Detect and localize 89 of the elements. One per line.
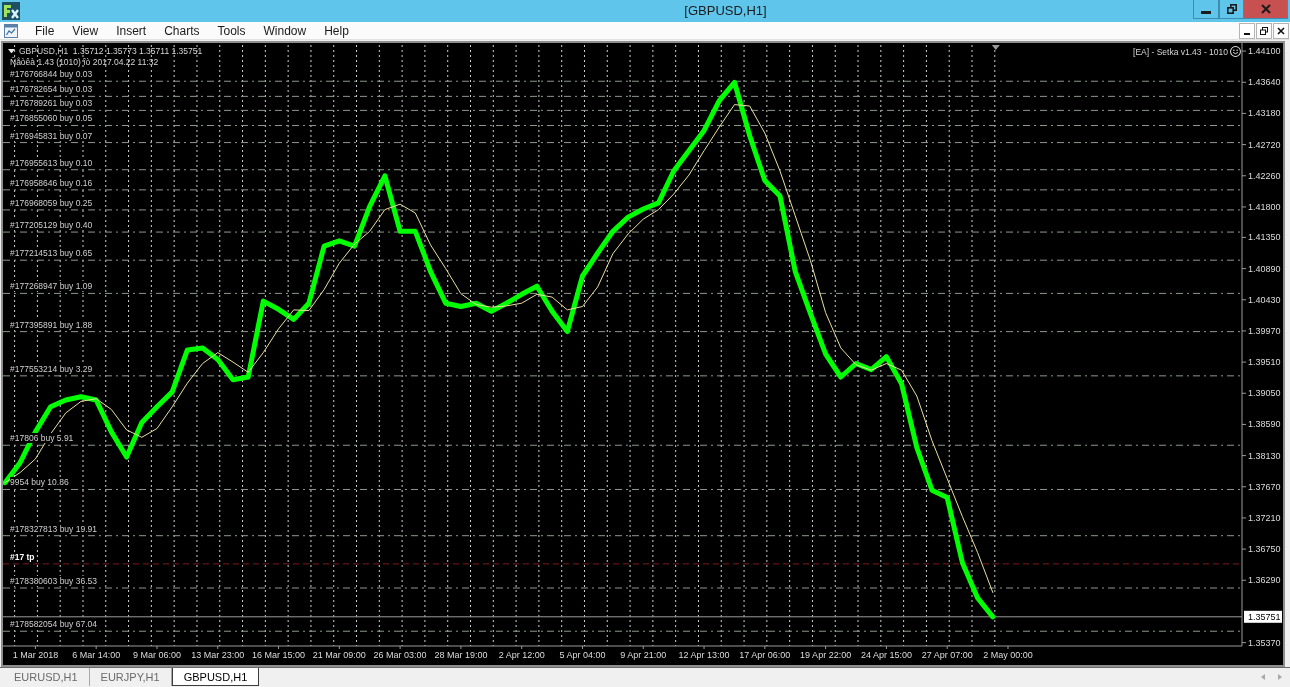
- triangle-right-icon: [1278, 674, 1282, 680]
- close-icon: [1260, 4, 1271, 14]
- price-axis-label: 1.38130: [1248, 450, 1281, 461]
- time-axis-label: 2 Apr 12:00: [498, 650, 545, 660]
- menu-item[interactable]: Window: [256, 22, 314, 39]
- app-logo-icon: [2, 2, 20, 20]
- order-label: #178327813 buy 19.91: [10, 523, 97, 534]
- price-axis-label: 1.40430: [1248, 294, 1281, 305]
- menu-item[interactable]: View: [65, 22, 106, 39]
- price-axis-label: 1.41800: [1248, 201, 1281, 212]
- order-label: #177214513 buy 0.65: [10, 248, 93, 259]
- window-title: [GBPUSD,H1]: [683, 2, 768, 20]
- ref-line-label: 1.35751: [1248, 612, 1281, 623]
- time-axis-label: 9 Apr 21:00: [620, 650, 667, 660]
- time-axis-label: 26 Mar 03:00: [373, 650, 427, 660]
- chart-tab[interactable]: GBPUSD,H1: [171, 668, 260, 686]
- restore-icon: [1260, 26, 1268, 35]
- chart-tab[interactable]: EURJPY,H1: [89, 668, 172, 686]
- price-axis-label: 1.40890: [1248, 263, 1281, 274]
- price-axis-label: 1.42720: [1248, 139, 1281, 150]
- order-label: #177395891 buy 1.88: [10, 319, 93, 330]
- order-label: #176945831 buy 0.07: [10, 130, 93, 141]
- chart-header: GBPUSD,H1 1.35712 1.35773 1.35711 1.35751: [19, 46, 203, 56]
- triangle-down-icon[interactable]: [8, 48, 15, 54]
- price-axis-label: 1.41350: [1248, 232, 1281, 243]
- order-label: #178380603 buy 36.53: [10, 576, 97, 586]
- time-axis-label: 16 Mar 15:00: [252, 650, 306, 660]
- order-label: #176789261 buy 0.03: [10, 98, 93, 109]
- menu-item[interactable]: File: [28, 22, 62, 39]
- order-label: #17 tp: [10, 551, 35, 562]
- price-axis-label: 1.39970: [1248, 325, 1281, 336]
- price-axis-label: 1.39510: [1248, 357, 1281, 368]
- price-axis-label: 1.36750: [1248, 544, 1281, 555]
- menu-item[interactable]: Help: [317, 22, 356, 39]
- restore-button[interactable]: [1219, 0, 1244, 19]
- minimize-button[interactable]: [1193, 0, 1219, 19]
- minimize-icon: [1201, 10, 1211, 14]
- close-icon: [1277, 26, 1285, 35]
- order-label: #176968059 buy 0.25: [10, 197, 93, 208]
- order-label: 9954 buy 10.86: [10, 477, 69, 488]
- order-label: #176855060 buy 0.05: [10, 113, 93, 124]
- order-label: #17806 buy 5.91: [10, 433, 74, 444]
- time-axis-label: 24 Apr 15:00: [860, 650, 912, 660]
- order-label: #176782654 buy 0.03: [10, 84, 93, 95]
- time-axis-label: 1 Mar 2018: [12, 650, 59, 660]
- price-axis-label: 1.42260: [1248, 170, 1281, 181]
- time-axis-label: 2 May 00:00: [983, 650, 1033, 660]
- menu-item[interactable]: Tools: [210, 22, 253, 39]
- order-label: #176766844 buy 0.03: [10, 69, 93, 80]
- order-label: #176955613 buy 0.10: [10, 157, 93, 168]
- order-label: #176958646 buy 0.16: [10, 177, 93, 188]
- current-price-label: 1.35751: [1244, 610, 1282, 623]
- chart-tab[interactable]: EURUSD,H1: [3, 668, 90, 686]
- order-label: #177205129 buy 0.40: [10, 220, 93, 231]
- time-axis-label: 9 Mar 06:00: [132, 650, 181, 660]
- restore-button[interactable]: [1256, 22, 1272, 39]
- order-label: #178582054 buy 67.04: [10, 619, 97, 630]
- price-axis-label: 1.38590: [1248, 419, 1281, 430]
- price-axis-label: 1.39050: [1248, 388, 1281, 399]
- chart-window-icon: [4, 23, 18, 38]
- price-axis-label: 1.43640: [1248, 77, 1281, 88]
- time-axis-label: 27 Apr 07:00: [921, 650, 973, 660]
- triangle-marker-icon: [991, 45, 1000, 50]
- order-label: #177553214 buy 3.29: [10, 363, 93, 374]
- close-button[interactable]: [1273, 22, 1289, 39]
- time-axis-label: 12 Apr 13:00: [678, 650, 730, 660]
- time-axis-label: 6 Mar 14:00: [72, 650, 121, 660]
- price-axis-label: 1.37210: [1248, 512, 1281, 523]
- price-axis-label: 1.43180: [1248, 108, 1281, 119]
- price-axis-label: 1.35370: [1248, 637, 1281, 648]
- time-axis-label: 5 Apr 04:00: [559, 650, 606, 660]
- minimize-icon: [1244, 32, 1250, 35]
- time-axis-label: 13 Mar 23:00: [191, 650, 245, 660]
- order-label: #177268947 buy 1.09: [10, 281, 93, 292]
- time-axis-label: 17 Apr 06:00: [739, 650, 791, 660]
- restore-icon: [1226, 4, 1237, 14]
- time-axis-label: 21 Mar 09:00: [312, 650, 366, 660]
- triangle-left-icon: [1261, 674, 1265, 680]
- time-axis-label: 28 Mar 19:00: [434, 650, 488, 660]
- expert-name: [EA] - Setka v1.43 - 1010: [1133, 46, 1228, 57]
- menu-item[interactable]: Insert: [109, 22, 154, 39]
- price-axis-label: 1.44100: [1248, 46, 1281, 57]
- menu-item[interactable]: Charts: [157, 22, 207, 39]
- minimize-button[interactable]: [1239, 22, 1255, 39]
- expert-info: Ñåòêà 1.43 (1010) îò 2017.04.22 11:32: [10, 57, 159, 67]
- smiley-icon: [1230, 46, 1241, 57]
- price-axis-label: 1.36290: [1248, 575, 1281, 586]
- price-axis-label: 1.37670: [1248, 481, 1281, 492]
- time-axis-label: 19 Apr 22:00: [800, 650, 852, 660]
